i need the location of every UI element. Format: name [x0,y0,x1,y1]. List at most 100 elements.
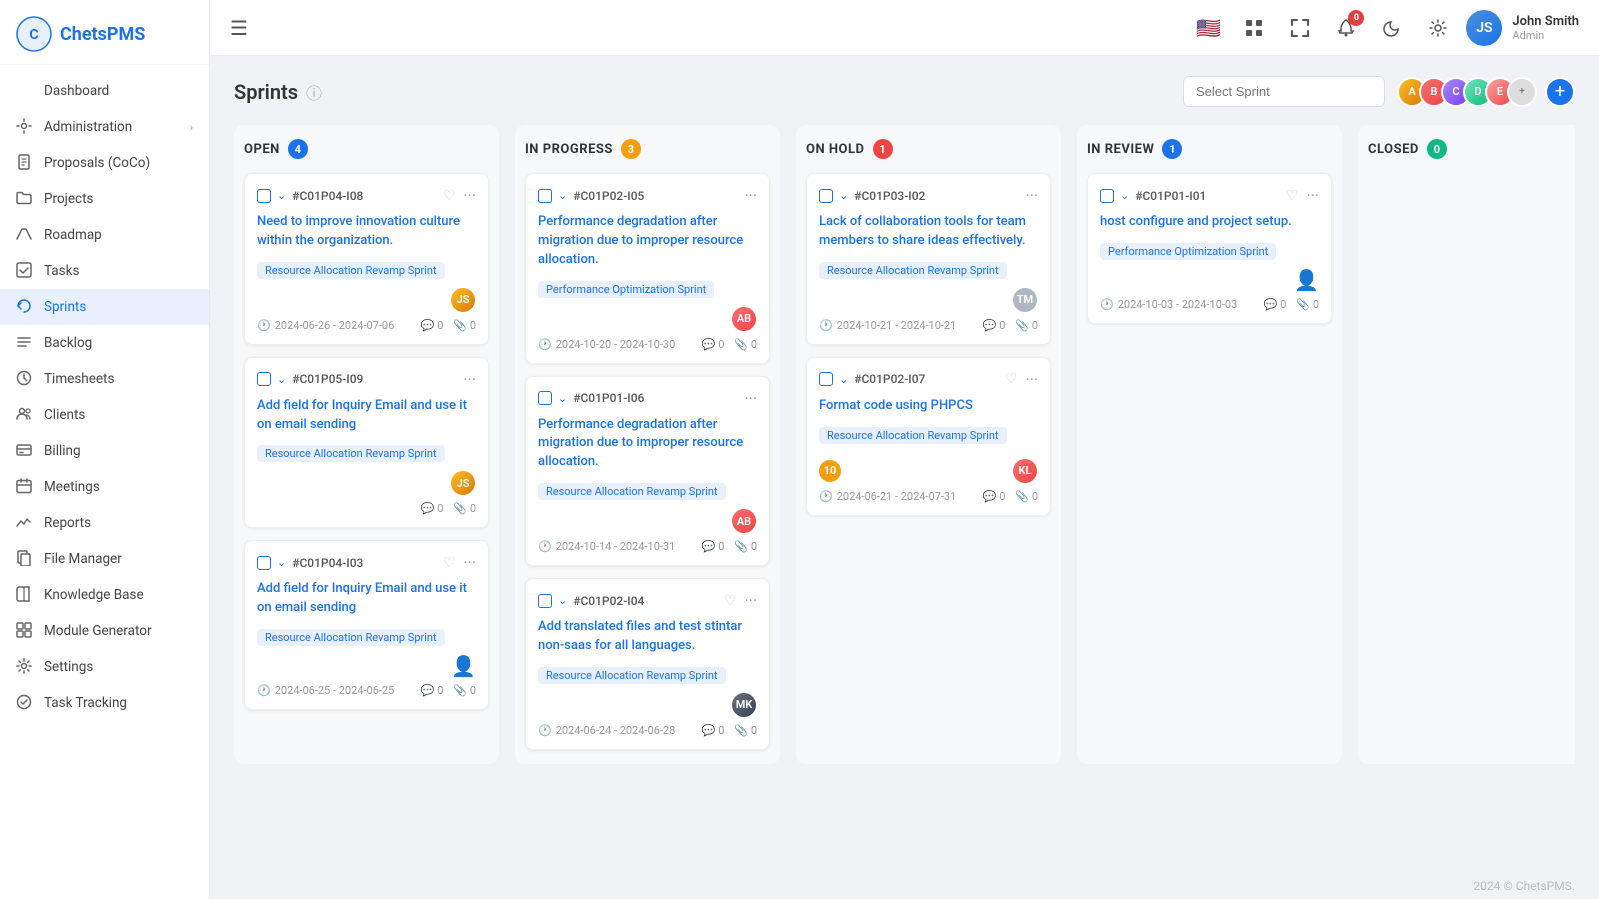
sidebar-item-filemanager[interactable]: File Manager [0,541,209,577]
sprint-card[interactable]: ⌄ #C01P05-I09 ··· Add field for Inquiry … [244,357,489,529]
sprint-card[interactable]: ⌄ #C01P04-I08 ♡ ··· Need to improve inno… [244,173,489,345]
card-menu-button[interactable]: ··· [463,370,476,389]
svg-text:C: C [29,27,38,43]
apps-button[interactable] [1238,12,1270,44]
clock-icon: 🕐 [819,490,833,503]
sidebar-item-proposals[interactable]: Proposals (CoCo) [0,145,209,181]
card-footer: 🕐2024-10-14 - 2024-10-31 💬 0 📎 0 [538,540,757,553]
card-menu-button[interactable]: ··· [1025,186,1038,205]
sprint-card[interactable]: ⌄ #C01P03-I02 ··· Lack of collaboration … [806,173,1051,345]
tasktrack-icon [16,694,34,712]
sidebar-item-modulegenerator[interactable]: Module Generator [0,613,209,649]
card-id: #C01P03-I02 [854,189,925,203]
pin-icon: ♡ [1286,188,1299,204]
card-id: #C01P02-I05 [573,189,644,203]
card-menu-button[interactable]: ··· [463,186,476,205]
card-id-row: ⌄ #C01P01-I06 [538,391,644,405]
logo[interactable]: C ChetsPMS [0,0,209,65]
hamburger-button[interactable]: ☰ [230,16,248,40]
main-area: ☰ 🇺🇸 0 [210,0,1599,899]
list-icon [16,334,34,352]
user-name: John Smith [1512,14,1579,29]
notifications-button[interactable]: 0 [1330,12,1362,44]
card-checkbox[interactable] [257,372,271,386]
sidebar-item-billing[interactable]: Billing [0,433,209,469]
card-date: 🕐2024-10-14 - 2024-10-31 [538,540,675,553]
page-header: Sprints ⓘ A B C D E + + [234,76,1575,107]
card-checkbox[interactable] [538,391,552,405]
sidebar-item-dashboard[interactable]: Dashboard [0,73,209,109]
column-count-badge: 3 [621,139,641,159]
column-count-badge: 1 [873,139,893,159]
sidebar-item-sprints[interactable]: Sprints [0,289,209,325]
card-title: Performance degradation after migration … [538,416,757,473]
card-checkbox[interactable] [1100,189,1114,203]
card-expand-icon: ⌄ [277,189,286,202]
book-icon [16,586,34,604]
card-header: ⌄ #C01P02-I04 ♡ ··· [538,591,757,610]
sidebar-item-administration[interactable]: Administration › [0,109,209,145]
sprint-card[interactable]: ⌄ #C01P01-I01 ♡ ··· host configure and p… [1087,173,1332,324]
sidebar-item-settings[interactable]: Settings [0,649,209,685]
sprint-select[interactable] [1183,76,1385,107]
column-onhold: ON HOLD 1 ⌄ #C01P03-I02 ··· Lack of coll… [796,125,1061,764]
card-title: Lack of collaboration tools for team mem… [819,213,1038,251]
comments-stat: 💬 0 [1264,298,1287,311]
gear-topbar-icon [1429,19,1447,37]
footer-text: 2024 © ChetsPMS. [1473,879,1575,893]
card-menu-button[interactable]: ··· [1306,186,1319,205]
notification-badge: 0 [1348,10,1364,26]
sprint-card[interactable]: ⌄ #C01P02-I07 ♡ ··· Format code using PH… [806,357,1051,516]
grid-icon [16,82,34,100]
card-checkbox[interactable] [257,556,271,570]
billing-icon [16,442,34,460]
card-menu-button[interactable]: ··· [1025,370,1038,389]
add-member-button[interactable]: + [1545,77,1575,107]
header-right: A B C D E + + [1183,76,1575,107]
card-id: #C01P05-I09 [292,372,363,386]
card-tag: Performance Optimization Sprint [1100,243,1276,260]
sprint-card[interactable]: ⌄ #C01P02-I04 ♡ ··· Add translated files… [525,578,770,750]
fullscreen-button[interactable] [1284,12,1316,44]
sidebar-item-knowledgebase[interactable]: Knowledge Base [0,577,209,613]
sidebar-item-reports[interactable]: Reports [0,505,209,541]
card-header: ⌄ #C01P03-I02 ··· [819,186,1038,205]
sidebar-item-backlog[interactable]: Backlog [0,325,209,361]
sidebar-item-tasktracking[interactable]: Task Tracking [0,685,209,721]
card-checkbox[interactable] [257,189,271,203]
card-checkbox[interactable] [538,189,552,203]
card-menu-button[interactable]: ··· [744,591,757,610]
sprint-card[interactable]: ⌄ #C01P04-I03 ♡ ··· Add field for Inquir… [244,540,489,710]
card-checkbox[interactable] [819,372,833,386]
info-icon[interactable]: ⓘ [306,80,322,104]
clock-icon: 🕐 [538,724,552,737]
card-date: 🕐2024-06-24 - 2024-06-28 [538,724,675,737]
darkmode-button[interactable] [1376,12,1408,44]
settings-button[interactable] [1422,12,1454,44]
sidebar-item-clients[interactable]: Clients [0,397,209,433]
card-checkbox[interactable] [538,594,552,608]
page-title: Sprints [234,80,298,104]
clock-icon: 🕐 [538,540,552,553]
user-section[interactable]: JS John Smith Admin [1466,10,1579,46]
card-title: Add field for Inquiry Email and use it o… [257,580,476,618]
card-actions: ··· [463,370,476,389]
priority-badge: 10 [819,460,841,482]
card-title: Need to improve innovation culture withi… [257,213,476,251]
sidebar-item-timesheets[interactable]: Timesheets [0,361,209,397]
sprint-card[interactable]: ⌄ #C01P01-I06 ··· Performance degradatio… [525,376,770,567]
card-actions: ··· [744,389,757,408]
card-checkbox[interactable] [819,189,833,203]
sidebar-item-roadmap[interactable]: Roadmap [0,217,209,253]
sidebar-item-meetings[interactable]: Meetings [0,469,209,505]
sidebar-item-projects[interactable]: Projects [0,181,209,217]
sprint-card[interactable]: ⌄ #C01P02-I05 ··· Performance degradatio… [525,173,770,364]
language-button[interactable]: 🇺🇸 [1192,12,1224,44]
card-header: ⌄ #C01P05-I09 ··· [257,370,476,389]
card-menu-button[interactable]: ··· [463,553,476,572]
column-count-badge: 1 [1162,139,1182,159]
sidebar-item-tasks[interactable]: Tasks [0,253,209,289]
card-menu-button[interactable]: ··· [744,389,757,408]
card-menu-button[interactable]: ··· [744,186,757,205]
card-expand-icon: ⌄ [1120,189,1129,202]
